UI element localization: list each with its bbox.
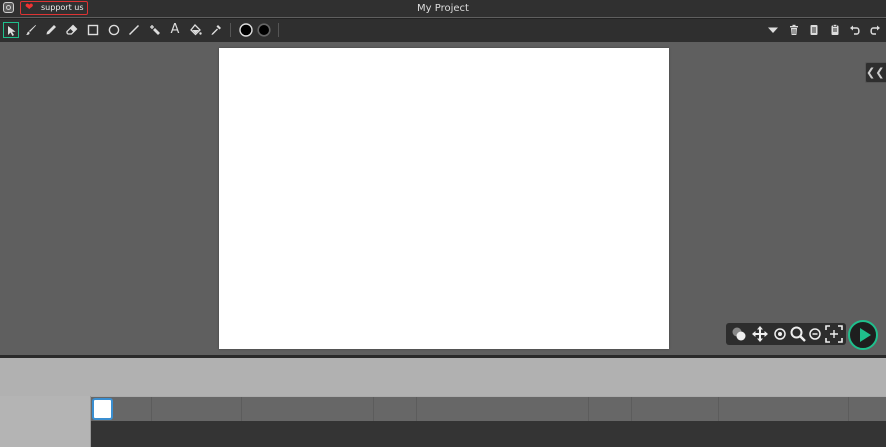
zoom-in-icon (774, 328, 786, 340)
fit-screen-icon (825, 325, 843, 343)
rectangle-icon (87, 24, 99, 36)
eyedropper-tool-button[interactable] (208, 22, 224, 38)
line-tool-button[interactable] (126, 22, 142, 38)
toolbar-divider (278, 23, 279, 37)
line-icon (128, 24, 140, 36)
select-tool-button[interactable] (3, 22, 19, 38)
dropdown-icon (768, 27, 778, 33)
fill-color-swatch[interactable] (256, 22, 272, 38)
redo-icon (870, 25, 880, 35)
timeline-panel (0, 355, 886, 447)
fit-screen-button[interactable] (825, 325, 843, 343)
layer-track[interactable] (91, 421, 886, 447)
project-title: My Project (417, 3, 469, 14)
pan-icon (752, 326, 768, 342)
frame-track[interactable] (91, 397, 886, 421)
pen-tool-button[interactable] (147, 22, 163, 38)
frame-divider (416, 397, 417, 421)
onion-skin-icon (732, 327, 746, 341)
toolbar: A (0, 18, 886, 42)
text-icon: A (170, 22, 180, 37)
fill-color-icon (257, 23, 271, 37)
zoom-out-icon (809, 328, 821, 340)
panel-toggle-button[interactable]: ❮❮❮ (865, 62, 886, 83)
frame-divider (151, 397, 152, 421)
eraser-icon (66, 24, 78, 35)
options-dropdown-button[interactable] (765, 22, 781, 38)
redo-button[interactable] (867, 22, 883, 38)
copy-icon (810, 25, 818, 35)
undo-icon (850, 25, 860, 35)
onion-skin-button[interactable] (730, 325, 748, 343)
zoom-in-button[interactable] (771, 325, 789, 343)
frame-divider (588, 397, 589, 421)
copy-button[interactable] (806, 22, 822, 38)
timeline-header (0, 358, 886, 396)
layer-list (0, 396, 91, 447)
play-button[interactable] (848, 320, 878, 350)
pencil-icon (46, 25, 56, 35)
undo-button[interactable] (847, 22, 863, 38)
brush-icon (26, 25, 36, 35)
collapse-arrows-icon: ❮❮❮ (866, 66, 886, 79)
ellipse-icon (108, 24, 120, 36)
toolbar-divider (230, 23, 231, 37)
stroke-color-icon (239, 23, 253, 37)
ellipse-tool-button[interactable] (106, 22, 122, 38)
zoom-button[interactable] (789, 325, 807, 343)
paste-icon (831, 24, 839, 35)
view-controls (726, 323, 846, 345)
selected-frame[interactable] (92, 398, 113, 420)
stroke-color-swatch[interactable] (238, 22, 254, 38)
trash-icon (790, 24, 798, 35)
delete-button[interactable] (786, 22, 802, 38)
fill-tool-button[interactable] (188, 22, 204, 38)
paste-button[interactable] (827, 22, 843, 38)
frame-divider (373, 397, 374, 421)
drawing-canvas[interactable] (219, 48, 669, 349)
title-bar: ❤ support us My Project (0, 0, 886, 17)
frame-divider (631, 397, 632, 421)
frame-divider (241, 397, 242, 421)
zoom-icon (790, 326, 806, 342)
brush-tool-button[interactable] (23, 22, 39, 38)
pen-icon (150, 25, 160, 35)
frame-divider (848, 397, 849, 421)
pan-button[interactable] (751, 325, 769, 343)
zoom-out-button[interactable] (806, 325, 824, 343)
frame-divider (718, 397, 719, 421)
fill-bucket-icon (190, 24, 202, 36)
text-tool-button[interactable]: A (167, 22, 183, 38)
pencil-tool-button[interactable] (43, 22, 59, 38)
select-icon (8, 26, 16, 36)
eraser-tool-button[interactable] (64, 22, 80, 38)
eyedropper-icon (211, 25, 221, 35)
rectangle-tool-button[interactable] (85, 22, 101, 38)
